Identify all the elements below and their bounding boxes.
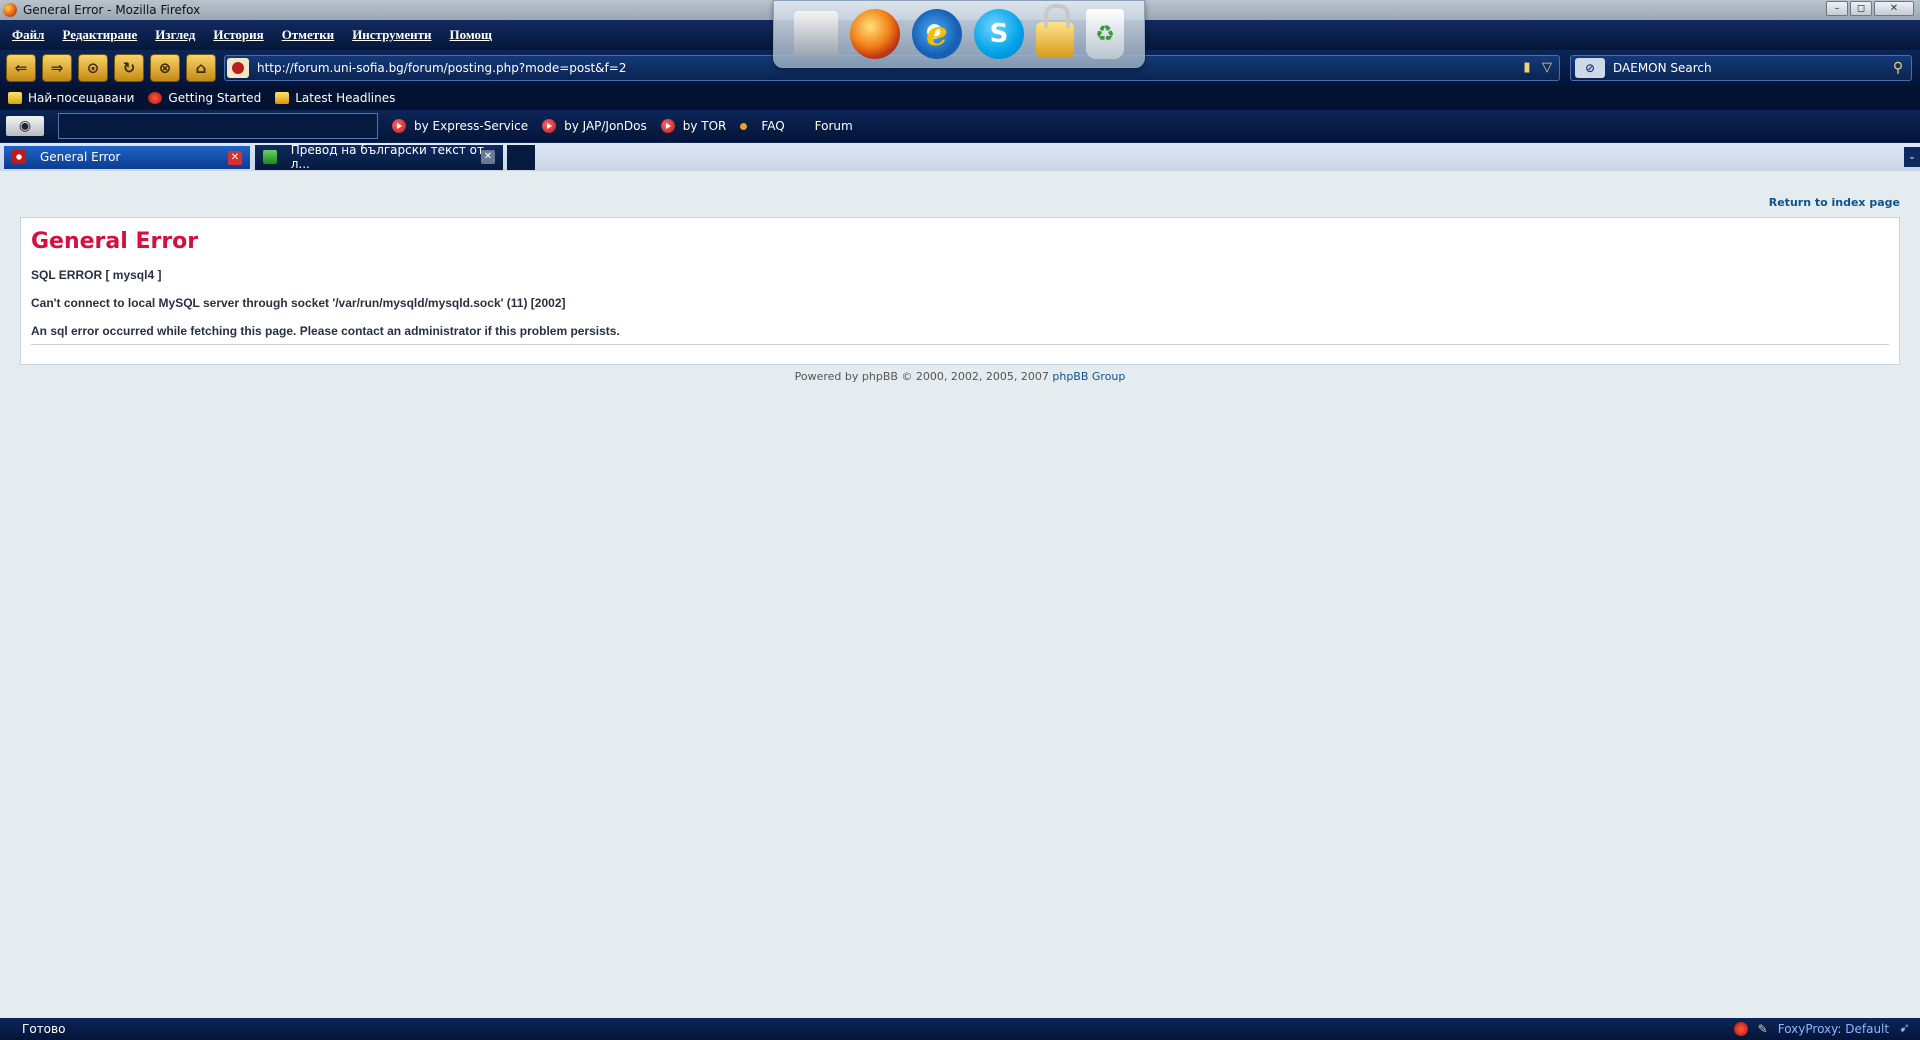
menu-bookmarks[interactable]: Отметки xyxy=(282,27,335,43)
proxy-jap-jondos-link[interactable]: by JAP/JonDos xyxy=(542,119,647,133)
error-line: Can't connect to local MySQL server thro… xyxy=(31,296,566,310)
forward-button[interactable]: ⇒ xyxy=(42,54,72,82)
bookmark-star-icon[interactable]: ▮ xyxy=(1519,59,1535,77)
folder-icon xyxy=(8,92,22,104)
home-button[interactable]: ⌂ xyxy=(186,54,216,82)
status-text: Готово xyxy=(22,1022,66,1036)
error-title: General Error xyxy=(31,229,199,254)
extension-toolbar: ◉ by Express-Service by JAP/JonDos by TO… xyxy=(0,110,1920,142)
close-tab-icon[interactable]: ✕ xyxy=(481,149,495,164)
menu-history[interactable]: История xyxy=(213,27,263,43)
menu-view[interactable]: Изглед xyxy=(155,27,195,43)
computer-icon[interactable] xyxy=(794,11,838,57)
status-bar: Готово ✎ FoxyProxy: Default ➹ xyxy=(0,1018,1920,1040)
firefox-icon xyxy=(3,3,17,17)
firebug-icon[interactable] xyxy=(1733,1021,1748,1036)
phpbb-group-link[interactable]: phpBB Group xyxy=(1052,370,1125,383)
skype-icon[interactable]: S xyxy=(974,9,1024,59)
bookmark-label: Getting Started xyxy=(168,91,262,105)
url-dropdown-icon[interactable]: ▽ xyxy=(1539,59,1555,77)
menu-help[interactable]: Помощ xyxy=(449,27,492,43)
search-engine-icon[interactable]: ⊘ xyxy=(1575,58,1605,78)
tab-list-dropdown-icon[interactable]: ⌄ xyxy=(1904,147,1920,167)
extension-input[interactable] xyxy=(58,113,378,139)
lock-icon[interactable] xyxy=(1036,4,1074,58)
back-button[interactable]: ⇐ xyxy=(6,54,36,82)
close-tab-icon[interactable]: ✕ xyxy=(228,150,242,165)
tab-general-error[interactable]: General Error ✕ xyxy=(3,144,251,170)
divider xyxy=(31,344,1889,345)
play-icon xyxy=(660,119,675,133)
return-to-index-link[interactable]: Return to index page xyxy=(1769,196,1900,209)
ladybug-icon xyxy=(148,92,163,104)
phpbb-favicon-icon xyxy=(12,150,26,164)
link-label: by TOR xyxy=(682,119,727,133)
rss-icon xyxy=(275,92,290,104)
page-content: Return to index page General Error SQL E… xyxy=(0,171,1920,1018)
tab-translation[interactable]: Превод на български текст от л... ✕ xyxy=(255,143,503,171)
pen-icon[interactable]: ✎ xyxy=(1758,1022,1768,1036)
footer-text: Powered by phpBB © 2000, 2002, 2005, 200… xyxy=(794,370,1053,383)
search-input[interactable] xyxy=(1613,61,1889,75)
maximize-button[interactable]: ◻ xyxy=(1850,1,1872,16)
proxy-express-service-link[interactable]: by Express-Service xyxy=(392,119,528,133)
search-go-icon[interactable]: ⚲ xyxy=(1889,60,1907,76)
menu-edit[interactable]: Редактиране xyxy=(62,27,137,43)
bookmark-label: Latest Headlines xyxy=(295,91,396,105)
bullet-icon xyxy=(740,122,748,130)
foxyproxy-status[interactable]: FoxyProxy: Default xyxy=(1778,1022,1889,1036)
tab-bar: General Error ✕ Превод на български текс… xyxy=(0,142,1920,171)
firefox-dock-icon[interactable] xyxy=(850,9,900,59)
menu-file[interactable]: Файл xyxy=(12,27,44,43)
foxyproxy-icon[interactable]: ➹ xyxy=(1899,1021,1910,1036)
new-tab-area[interactable] xyxy=(507,144,535,170)
play-icon xyxy=(542,119,557,133)
link-label: Forum xyxy=(814,119,853,133)
recycle-bin-icon[interactable]: ♻ xyxy=(1086,9,1124,59)
window-title: General Error - Mozilla Firefox xyxy=(23,3,201,17)
page-footer: Powered by phpBB © 2000, 2002, 2005, 200… xyxy=(0,370,1920,383)
eye-icon[interactable]: ◉ xyxy=(6,116,44,136)
search-bar: ⊘ ⚲ xyxy=(1570,55,1912,81)
link-label: FAQ xyxy=(761,119,785,133)
internet-explorer-icon[interactable]: e xyxy=(912,9,962,59)
compare-button[interactable]: ⊙ xyxy=(78,54,108,82)
error-line: SQL ERROR [ mysql4 ] xyxy=(31,268,162,282)
link-label: by JAP/JonDos xyxy=(564,119,647,133)
forum-link[interactable]: Forum xyxy=(799,119,853,133)
desktop-dock: e S ♻ xyxy=(773,0,1145,68)
bookmark-label: Най-посещавани xyxy=(28,91,135,105)
proxy-tor-link[interactable]: by TOR xyxy=(660,119,727,133)
bookmarks-bar: Най-посещавани Getting Started Latest He… xyxy=(0,86,1920,110)
window-controls: – ◻ ✕ xyxy=(1826,1,1914,16)
bookmark-latest-headlines[interactable]: Latest Headlines xyxy=(275,91,395,105)
home-favicon-icon xyxy=(263,150,277,164)
error-panel: General Error SQL ERROR [ mysql4 ] Can't… xyxy=(20,217,1900,365)
close-window-button[interactable]: ✕ xyxy=(1874,1,1914,16)
play-icon xyxy=(392,119,406,133)
minimize-button[interactable]: – xyxy=(1826,1,1848,16)
menu-tools[interactable]: Инструменти xyxy=(352,27,431,43)
stop-button[interactable]: ⊗ xyxy=(150,54,180,82)
bookmark-getting-started[interactable]: Getting Started xyxy=(148,91,261,105)
error-line: An sql error occurred while fetching thi… xyxy=(31,324,620,338)
site-favicon-icon xyxy=(227,58,249,78)
tab-label: General Error xyxy=(40,150,121,164)
faq-link[interactable]: FAQ xyxy=(740,119,785,133)
reload-button[interactable]: ↻ xyxy=(114,54,144,82)
url-text[interactable]: http://forum.uni-sofia.bg/forum/posting.… xyxy=(257,61,626,75)
tab-label: Превод на български текст от л... xyxy=(290,143,484,171)
bookmark-most-visited[interactable]: Най-посещавани xyxy=(8,91,134,105)
link-label: by Express-Service xyxy=(414,119,529,133)
